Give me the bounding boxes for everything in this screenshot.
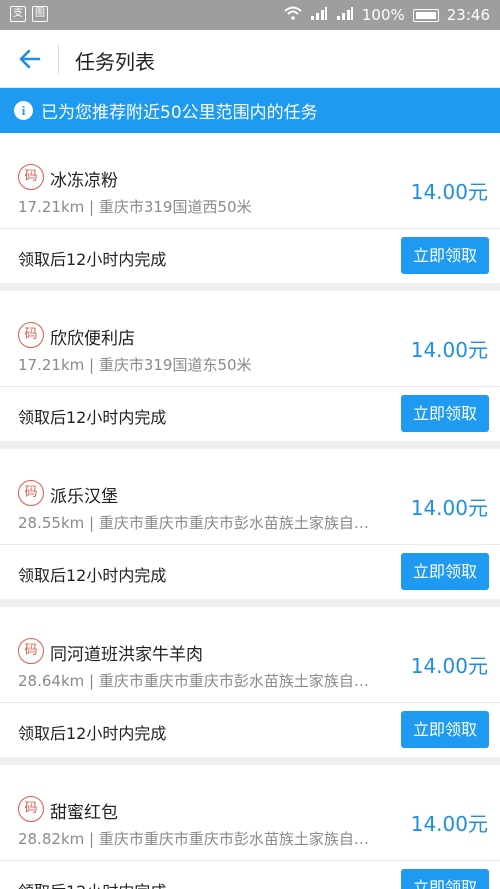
task-price: 14.00元 xyxy=(410,496,488,520)
code-badge: 码 xyxy=(18,164,44,190)
task-card-top: 码 派乐汉堡 28.55km | 重庆市重庆市重庆市彭水苗族土家族自… 14.0… xyxy=(0,449,500,545)
battery-icon xyxy=(412,8,439,22)
image-icon: 图 xyxy=(32,6,48,22)
claim-button[interactable]: 立即领取 xyxy=(401,237,489,274)
task-name: 欣欣便利店 xyxy=(50,329,135,349)
wifi-icon xyxy=(284,6,302,24)
notice-bar: i 已为您推荐附近50公里范围内的任务 xyxy=(0,88,500,133)
status-left-icons: 支 图 xyxy=(10,6,48,22)
app-header: 任务列表 xyxy=(0,30,500,88)
task-card[interactable]: 码 派乐汉堡 28.55km | 重庆市重庆市重庆市彭水苗族土家族自… 14.0… xyxy=(0,449,500,599)
task-name: 派乐汉堡 xyxy=(50,487,118,507)
code-badge: 码 xyxy=(18,480,44,506)
task-price: 14.00元 xyxy=(410,338,488,362)
code-badge: 码 xyxy=(18,322,44,348)
task-card-top: 码 欣欣便利店 17.21km | 重庆市319国道东50米 14.00元 xyxy=(0,291,500,387)
task-distance-address: 28.55km | 重庆市重庆市重庆市彭水苗族土家族自… xyxy=(18,514,369,532)
task-distance-address: 17.21km | 重庆市319国道西50米 xyxy=(18,198,252,216)
signal-hd-icon xyxy=(336,6,354,24)
task-deadline: 领取后12小时内完成 xyxy=(18,724,167,743)
back-button[interactable] xyxy=(15,44,45,74)
task-card[interactable]: 码 欣欣便利店 17.21km | 重庆市319国道东50米 14.00元 领取… xyxy=(0,291,500,441)
claim-button[interactable]: 立即领取 xyxy=(401,553,489,590)
signal-icon xyxy=(310,6,328,24)
task-name: 甜蜜红包 xyxy=(50,803,118,823)
task-deadline: 领取后12小时内完成 xyxy=(18,878,166,889)
task-price: 14.00元 xyxy=(410,654,488,678)
task-deadline: 领取后12小时内完成 xyxy=(18,566,167,585)
claim-button[interactable]: 立即领取 xyxy=(401,395,489,432)
claim-button[interactable]: 立即领取 xyxy=(401,711,489,748)
task-price: 14.00元 xyxy=(410,812,488,836)
task-name: 冰冻凉粉 xyxy=(50,171,118,191)
task-distance-address: 28.82km | 重庆市重庆市重庆市彭水苗族土家族自… xyxy=(18,830,369,848)
task-distance-address: 17.21km | 重庆市319国道东50米 xyxy=(18,356,252,374)
task-deadline: 领取后12小时内完成 xyxy=(18,408,167,427)
clock: 23:46 xyxy=(446,6,490,24)
code-badge: 码 xyxy=(18,638,44,664)
code-badge: 码 xyxy=(18,796,44,822)
task-card[interactable]: 码 冰冻凉粉 17.21km | 重庆市319国道西50米 14.00元 领取后… xyxy=(0,133,500,283)
task-deadline: 领取后12小时内完成 xyxy=(18,250,167,269)
task-card-top: 码 冰冻凉粉 17.21km | 重庆市319国道西50米 14.00元 xyxy=(0,133,500,229)
header-divider xyxy=(58,44,59,74)
task-name: 同河道班洪家牛羊肉 xyxy=(50,645,203,665)
status-bar: 支 图 100% 23:46 xyxy=(0,0,500,30)
arrow-left-icon xyxy=(19,49,41,69)
notice-text: 已为您推荐附近50公里范围内的任务 xyxy=(41,103,318,123)
task-card-top: 码 甜蜜红包 28.82km | 重庆市重庆市重庆市彭水苗族土家族自… 14.0… xyxy=(0,765,500,861)
task-distance-address: 28.64km | 重庆市重庆市重庆市彭水苗族土家族自… xyxy=(18,672,369,690)
alipay-icon: 支 xyxy=(10,6,26,22)
claim-button[interactable]: 立即领取 xyxy=(401,869,489,889)
task-price: 14.00元 xyxy=(410,180,488,204)
task-card-top: 码 同河道班洪家牛羊肉 28.64km | 重庆市重庆市重庆市彭水苗族土家族自…… xyxy=(0,607,500,703)
task-card[interactable]: 码 同河道班洪家牛羊肉 28.64km | 重庆市重庆市重庆市彭水苗族土家族自…… xyxy=(0,607,500,757)
info-icon: i xyxy=(14,101,33,120)
task-card[interactable]: 码 甜蜜红包 28.82km | 重庆市重庆市重庆市彭水苗族土家族自… 14.0… xyxy=(0,765,500,889)
battery-percent: 100% xyxy=(361,6,405,24)
status-right-icons: 100% 23:46 xyxy=(284,6,490,24)
page-title: 任务列表 xyxy=(75,50,155,74)
